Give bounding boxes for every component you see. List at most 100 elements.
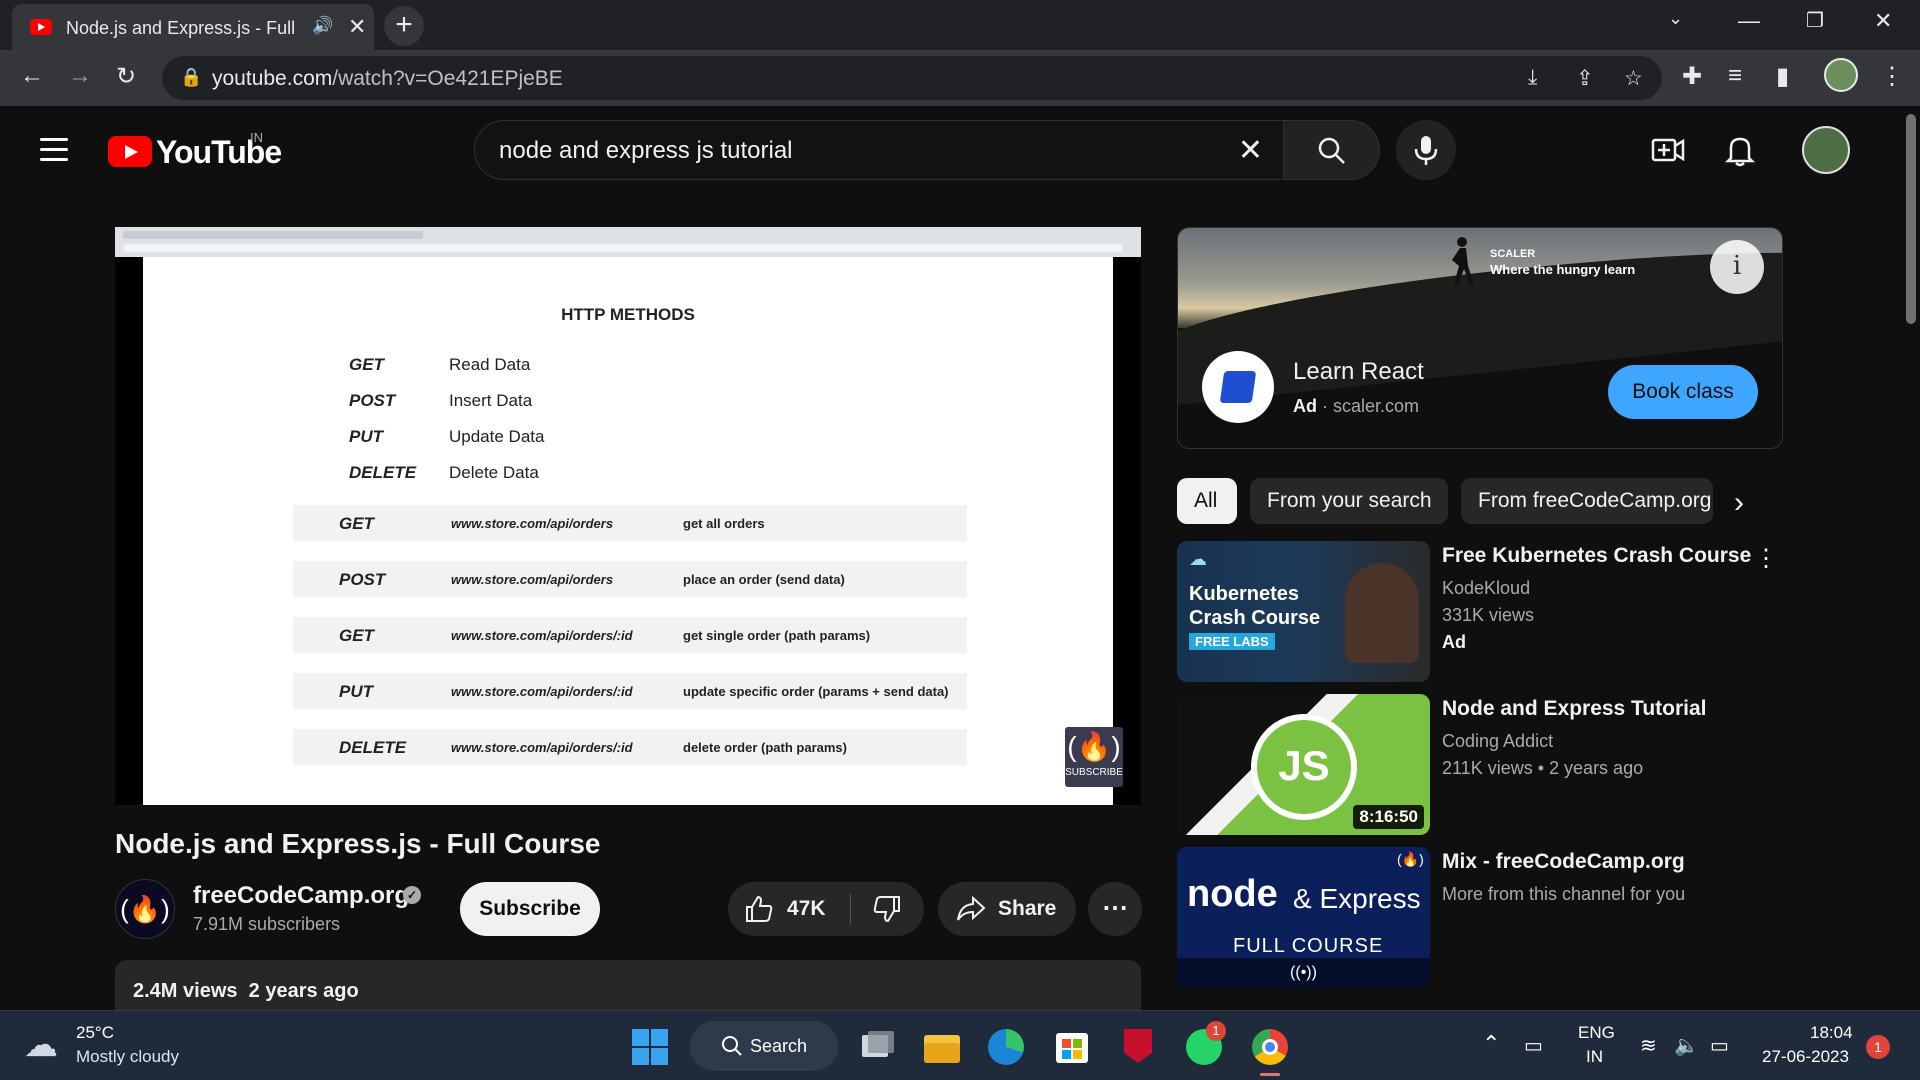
chip-from-your-search[interactable]: From your search [1250,478,1448,524]
language-bottom[interactable]: IN [1586,1047,1603,1067]
file-explorer-icon[interactable] [922,1027,962,1067]
route-note: update specific order (params + send dat… [683,684,949,699]
profile-avatar[interactable] [1824,58,1858,92]
dislike-button[interactable] [852,882,924,936]
browser-tab[interactable]: Node.js and Express.js - Full C 🔊 ✕ [12,4,374,50]
microsoft-store-icon[interactable] [1052,1027,1092,1067]
install-icon[interactable]: ⤓ [1528,66,1537,90]
share-arrow-icon [957,895,986,921]
rec-title[interactable]: Node and Express Tutorial [1442,697,1707,721]
slide-browser-chrome [115,227,1141,257]
chip-all[interactable]: All [1177,478,1237,524]
channel-watermark[interactable]: (🔥) SUBSCRIBE [1065,727,1123,787]
new-tab-button[interactable]: + [384,6,424,46]
voice-search-button[interactable] [1396,120,1456,180]
method-name: POST [349,391,396,410]
clear-search-icon[interactable]: ✕ [1238,133,1263,168]
route-url: www.store.com/api/orders/:id [451,684,633,699]
account-avatar[interactable] [1802,126,1850,174]
ad-info-icon[interactable]: i [1710,240,1764,294]
search-button[interactable] [1284,120,1380,180]
touch-keyboard-icon[interactable]: ▭ [1524,1033,1543,1058]
forward-icon[interactable]: → [68,62,92,90]
battery-icon[interactable]: ▭ [1710,1033,1729,1058]
side-panel-icon[interactable]: ▮ [1776,62,1789,91]
rec-thumbnail[interactable]: JS 8:16:50 [1177,694,1430,835]
share-page-icon[interactable]: ⇪ [1576,66,1594,91]
like-button[interactable]: 47K [728,882,850,936]
scaler-logo[interactable] [1202,351,1274,423]
whatsapp-icon[interactable]: 1 [1184,1021,1226,1067]
speaker-icon[interactable]: 🔊 [312,16,333,36]
close-tab-icon[interactable]: ✕ [348,14,366,40]
edge-browser-icon[interactable] [986,1027,1026,1067]
more-options-icon[interactable]: ⋮ [1754,544,1778,573]
chip-from-channel[interactable]: From freeCodeCamp.org [1461,478,1713,524]
method-desc: Update Data [449,427,545,446]
chevron-up-icon[interactable]: ⌃ [1482,1031,1500,1057]
channel-name[interactable]: freeCodeCamp.org [193,882,409,910]
video-player[interactable]: HTTP METHODS GET Read Data POST Insert D… [115,227,1141,805]
page-scrollbar[interactable] [1902,106,1920,1010]
clock-time[interactable]: 18:04 [1810,1023,1853,1043]
route-row: DELETE www.store.com/api/orders/:id dele… [293,729,967,765]
like-count: 47K [787,897,826,920]
back-icon[interactable]: ← [20,62,44,90]
route-method: PUT [339,682,373,701]
restore-icon[interactable]: ❐ [1806,8,1824,33]
method-desc: Read Data [449,355,531,374]
weather-widget[interactable]: ☁ [24,1025,68,1065]
ad-title[interactable]: Learn React [1293,358,1424,386]
address-bar[interactable]: 🔒 youtube.com/watch?v=Oe421EPjeBE ⤓ ⇪ ☆ [162,56,1662,100]
book-class-button[interactable]: Book class [1608,365,1758,419]
ad-domain: scaler.com [1333,396,1420,416]
chrome-menu-icon[interactable]: ⋮ [1880,62,1904,91]
browser-toolbar: ← → ↻ 🔒 youtube.com/watch?v=Oe421EPjeBE … [0,50,1920,106]
language-top[interactable]: ENG [1578,1023,1615,1043]
tab-search-icon[interactable]: ⌄ [1668,8,1683,29]
rec-title[interactable]: Free Kubernetes Crash Course [1442,544,1751,568]
create-video-icon[interactable] [1650,132,1686,168]
reload-icon[interactable]: ↻ [116,62,136,91]
hamburger-menu-icon[interactable] [40,138,68,168]
mcafee-icon[interactable] [1118,1027,1158,1067]
route-method: GET [339,626,374,645]
notification-badge[interactable]: 1 [1866,1035,1890,1059]
browser-tab-strip: Node.js and Express.js - Full C 🔊 ✕ + ⌄ … [0,0,1920,50]
chevron-right-icon[interactable]: › [1734,486,1744,520]
volume-icon[interactable]: 🔈 [1674,1033,1699,1058]
ad-card[interactable]: SCALER Where the hungry learn i Learn Re… [1177,227,1783,449]
search-input[interactable]: node and express js tutorial ✕ [474,120,1284,180]
share-button[interactable]: Share [938,882,1076,936]
route-note: place an order (send data) [683,572,845,587]
minimize-icon[interactable]: — [1738,8,1760,34]
channel-avatar[interactable]: (🔥) [115,879,175,939]
rec-thumbnail[interactable]: ☁ Kubernetes Crash Course FREE LABS [1177,541,1430,682]
rec-channel[interactable]: Coding Addict [1442,731,1553,752]
rec-views: 211K views [1442,758,1533,778]
notifications-bell-icon[interactable] [1722,132,1758,168]
subscribe-button[interactable]: Subscribe [460,882,600,936]
rec-thumbnail[interactable]: (🔥) node & Express FULL COURSE ((•)) [1177,847,1430,988]
more-actions-icon[interactable]: ⋯ [1088,882,1142,936]
ad-banner[interactable]: SCALER Where the hungry learn i [1178,228,1782,407]
chrome-icon[interactable] [1250,1027,1290,1076]
rec-channel[interactable]: KodeKloud [1442,578,1530,599]
media-control-icon[interactable]: ≡ [1728,62,1742,90]
rec-title[interactable]: Mix - freeCodeCamp.org [1442,850,1685,874]
thumb-badge: FREE LABS [1189,633,1275,650]
scrollbar-thumb[interactable] [1906,114,1916,324]
wifi-icon[interactable]: ≋ [1640,1033,1657,1058]
clock-date[interactable]: 27-06-2023 [1762,1047,1849,1067]
thumb-text: Crash Course [1189,607,1321,629]
close-window-icon[interactable]: ✕ [1874,8,1892,34]
extensions-icon[interactable]: ✚ [1682,62,1702,91]
bookmark-star-icon[interactable]: ☆ [1624,66,1643,91]
task-view-icon[interactable] [856,1027,896,1067]
lock-icon[interactable]: 🔒 [180,67,202,88]
url-domain: youtube.com [212,67,333,90]
search-query: node and express js tutorial [499,137,793,164]
windows-start-icon[interactable] [630,1027,670,1067]
video-title: Node.js and Express.js - Full Course [115,828,601,859]
taskbar-search[interactable]: Search [690,1021,838,1071]
